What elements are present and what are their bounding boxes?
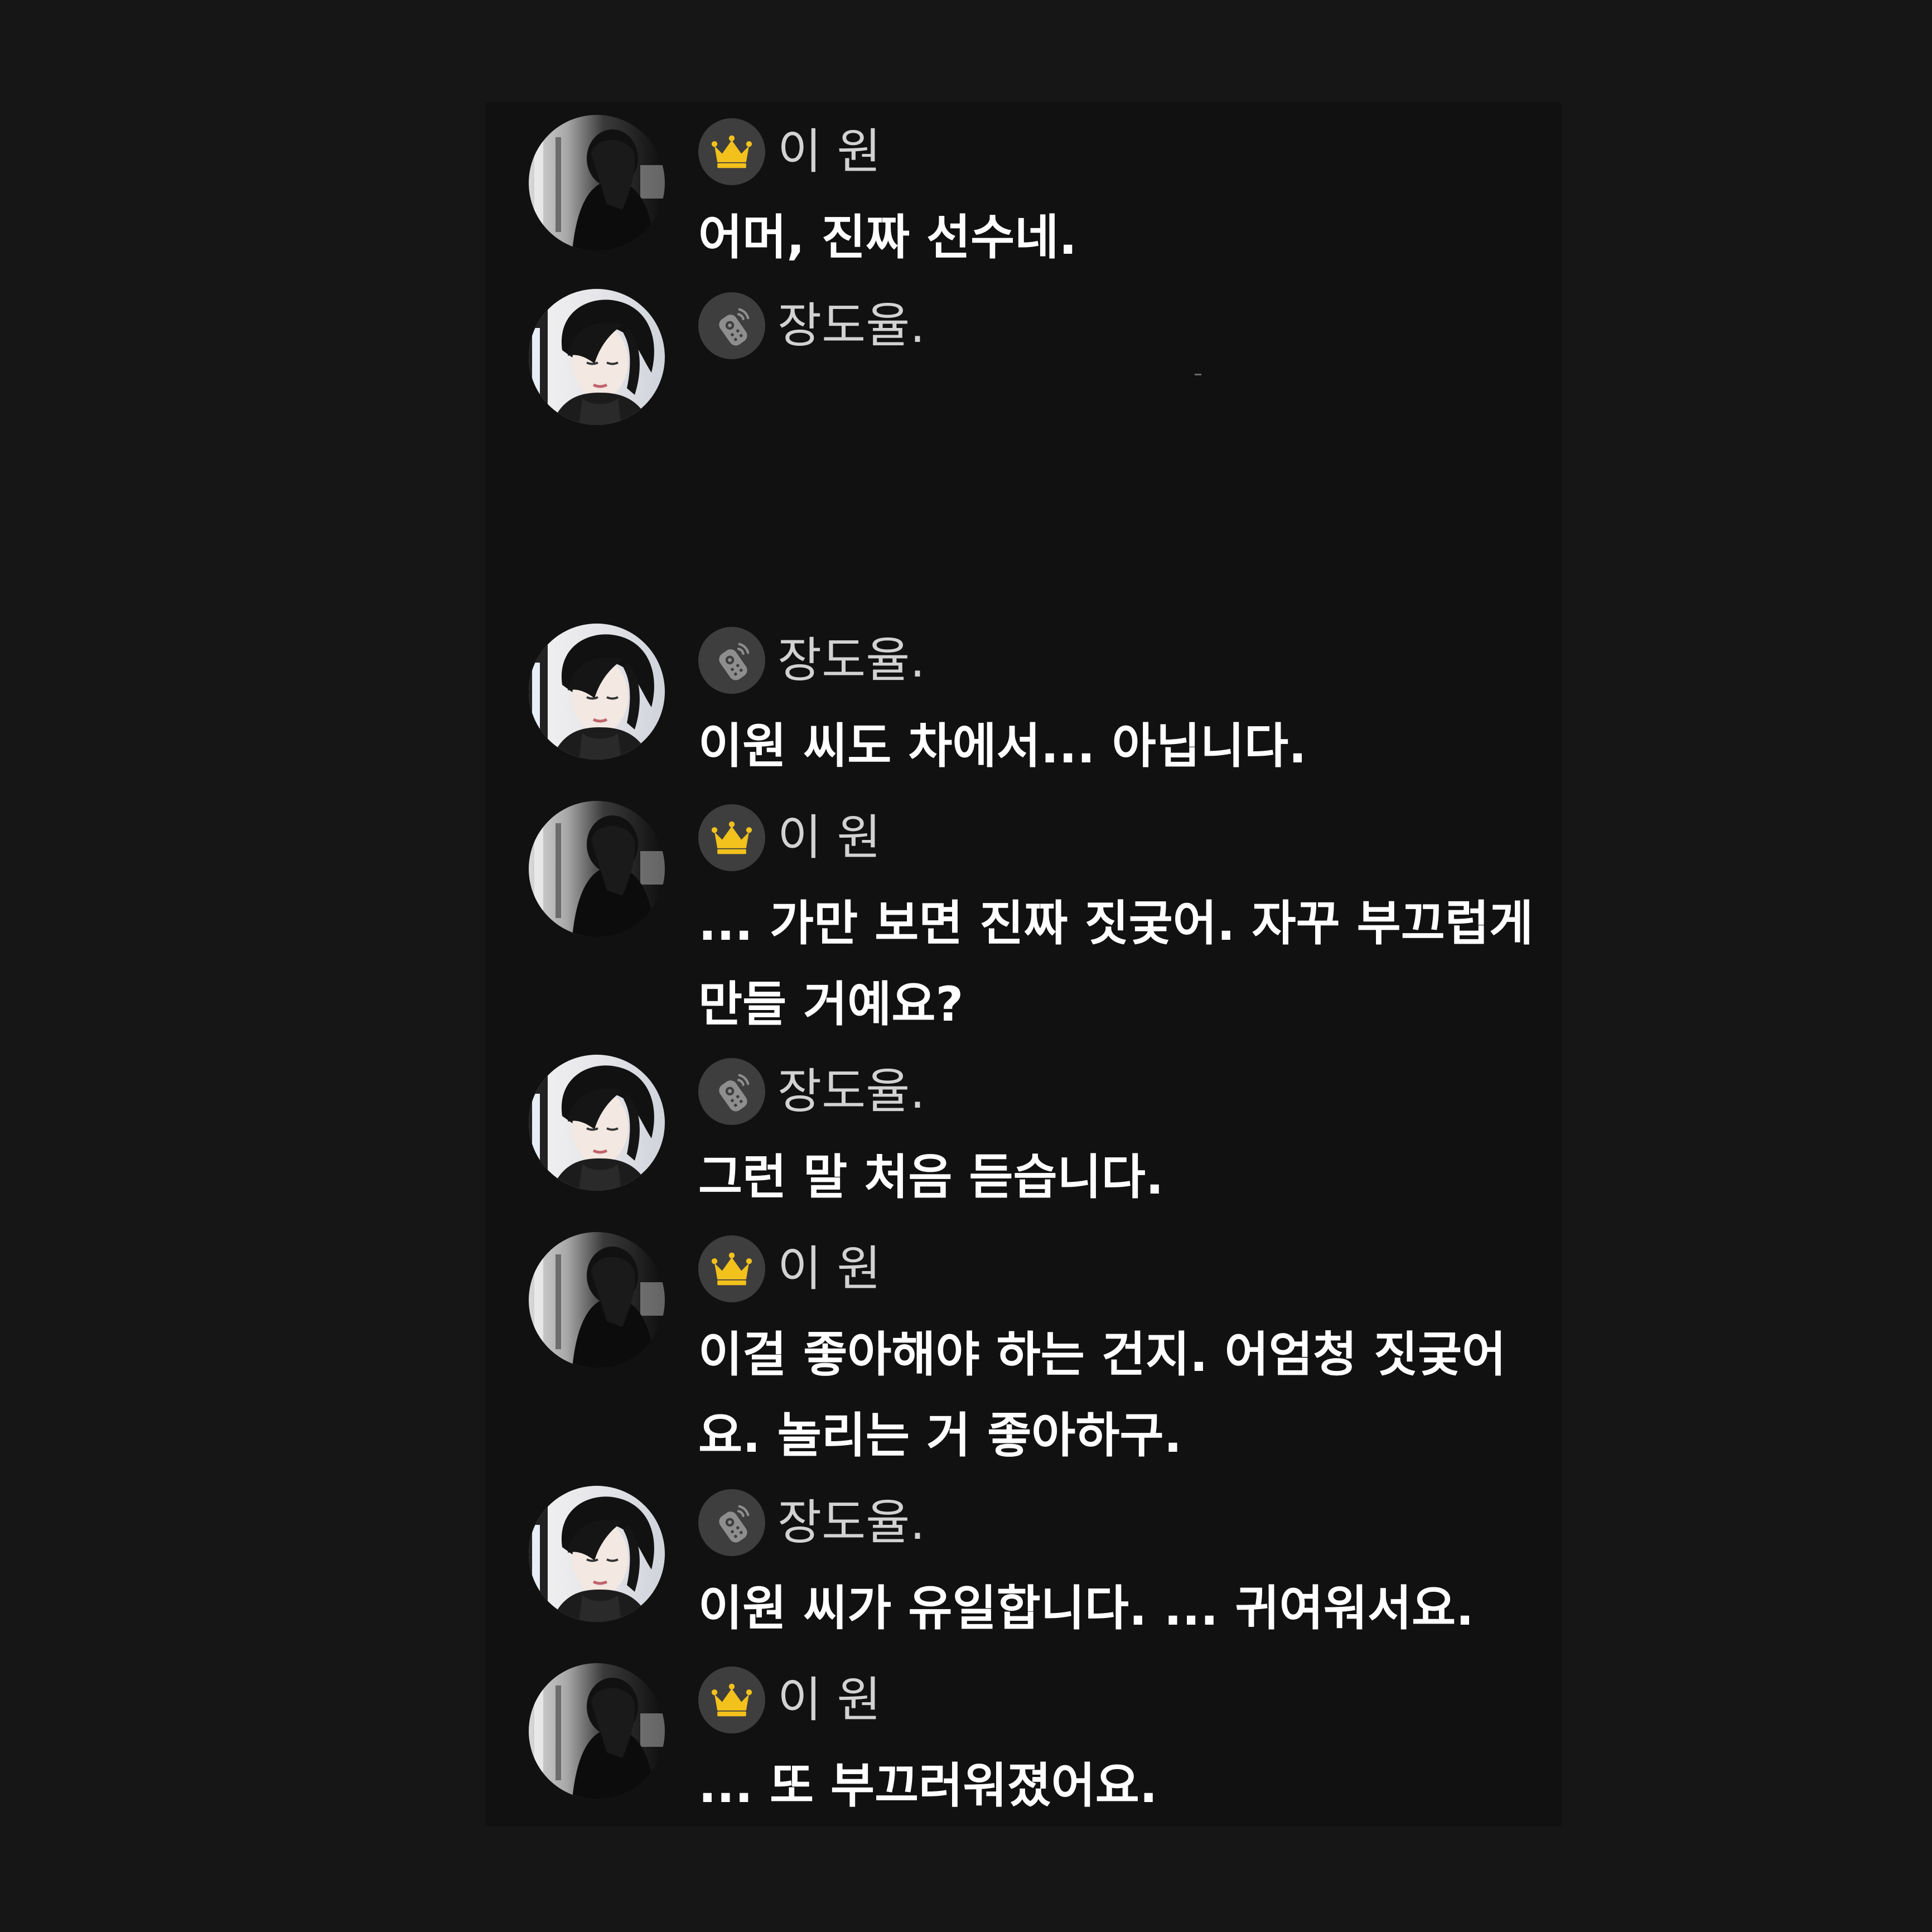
- avatar[interactable]: [529, 624, 665, 760]
- sender-name: 장도율.: [777, 298, 925, 354]
- avatar[interactable]: [529, 115, 665, 251]
- avatar[interactable]: [529, 801, 665, 937]
- message-text: ... 가만 보면 진짜 짓궂어. 자꾸 부끄럽게 만들 거예요?: [698, 896, 1534, 1032]
- message-text: 어머, 진짜 선수네.: [698, 210, 1078, 265]
- sender-name: 장도율.: [777, 1064, 925, 1119]
- sender-name: 이 원: [777, 810, 881, 866]
- crown-icon: [698, 118, 765, 185]
- sender-name: 이 원: [777, 124, 881, 180]
- avatar[interactable]: [529, 1055, 665, 1191]
- avatar[interactable]: [529, 1486, 665, 1622]
- avatar[interactable]: [529, 1232, 665, 1368]
- message-header: 이 원: [698, 804, 881, 871]
- remote-control-icon: [698, 292, 765, 359]
- remote-control-icon: [698, 627, 765, 694]
- message-header: 이 원: [698, 1235, 881, 1302]
- sender-name: 장도율.: [777, 632, 925, 688]
- sender-name: 장도율.: [777, 1495, 925, 1551]
- crown-icon: [698, 1235, 765, 1302]
- message-header: 장도율.: [698, 627, 925, 694]
- sender-name: 이 원: [777, 1241, 881, 1297]
- avatar[interactable]: [529, 1663, 665, 1799]
- message-header: 장도율.: [698, 292, 925, 359]
- message-text: 그런 말 처음 듣습니다.: [698, 1149, 1164, 1205]
- message-header: 이 원: [698, 1667, 881, 1733]
- sender-name: 이 원: [777, 1672, 881, 1728]
- avatar[interactable]: [529, 289, 665, 425]
- chat-log[interactable]: 이 원 어머, 진짜 선수네. 장도율. 장도율. 이원 씨도 차에서... 아…: [485, 103, 1562, 1826]
- crown-icon: [698, 1667, 765, 1733]
- message-text: 이원 씨도 차에서... 아닙니다.: [698, 718, 1307, 774]
- message-header: 이 원: [698, 118, 881, 185]
- message-text: 이걸 좋아해야 하는 건지. 어엄청 짓궂어요. 놀리는 거 좋아하구.: [698, 1327, 1506, 1464]
- remote-control-icon: [698, 1489, 765, 1556]
- message-header: 장도율.: [698, 1058, 925, 1125]
- crown-icon: [698, 804, 765, 871]
- message-text: 이원 씨가 유일합니다. ... 귀여워서요.: [698, 1581, 1474, 1636]
- remote-control-icon: [698, 1058, 765, 1125]
- message-header: 장도율.: [698, 1489, 925, 1556]
- stray-mark: [1195, 374, 1201, 375]
- message-text: ... 또 부끄러워졌어요.: [698, 1758, 1158, 1814]
